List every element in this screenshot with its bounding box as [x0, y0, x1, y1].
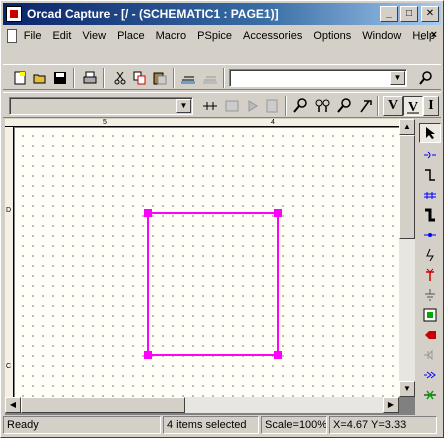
ground-icon[interactable] — [419, 285, 441, 305]
close-button[interactable]: ✕ — [421, 6, 439, 22]
scroll-left-icon[interactable]: ◀ — [5, 397, 21, 413]
vertical-scrollbar[interactable]: ▲ ▼ — [399, 119, 415, 397]
ruler-label-c: C — [6, 363, 12, 370]
chevron-down-icon[interactable]: ▼ — [390, 71, 405, 85]
status-scale: Scale=100% — [261, 416, 327, 434]
scroll-right-icon[interactable]: ▶ — [383, 397, 399, 413]
power-icon[interactable] — [419, 265, 441, 285]
doc-close-button[interactable]: × — [431, 29, 437, 41]
selected-rectangle-drawing[interactable] — [15, 128, 399, 397]
part-combo[interactable]: ▼ — [229, 69, 407, 87]
menu-place[interactable]: Place — [112, 30, 151, 42]
paste-icon[interactable] — [151, 69, 169, 87]
current-marker-icon[interactable] — [335, 97, 353, 115]
ruler-label-5: 5 — [103, 119, 107, 126]
selection-handle — [144, 351, 152, 359]
simulation-profile-icon[interactable] — [201, 97, 219, 115]
title-bar[interactable]: Orcad Capture - [/ - (SCHEMATIC1 : PAGE1… — [3, 3, 441, 25]
menu-file[interactable]: File — [19, 30, 48, 42]
new-file-icon[interactable] — [11, 69, 29, 87]
status-bar: Ready 4 items selected Scale=100% X=4.67… — [3, 416, 441, 436]
minimize-button[interactable]: _ — [380, 6, 398, 22]
show-voltages-button[interactable]: V — [383, 96, 403, 116]
window-title: Orcad Capture - [/ - (SCHEMATIC1 : PAGE1… — [27, 7, 279, 21]
run-icon[interactable] — [243, 97, 261, 115]
horizontal-scroll-thumb[interactable] — [21, 397, 185, 413]
menu-pspice[interactable]: PSpice — [192, 30, 238, 42]
select-tool-icon[interactable] — [419, 123, 441, 143]
show-currents-button[interactable]: I — [423, 96, 439, 116]
net-combo[interactable]: ▼ — [9, 97, 193, 115]
selection-handle — [144, 209, 152, 217]
menu-view[interactable]: View — [77, 30, 112, 42]
net-alias-icon[interactable] — [419, 245, 441, 265]
menu-options[interactable]: Options — [308, 30, 357, 42]
voltage-marker-icon[interactable] — [291, 97, 309, 115]
undo-icon[interactable] — [179, 69, 197, 87]
wire-icon[interactable] — [419, 165, 441, 185]
save-icon[interactable] — [51, 69, 69, 87]
menu-edit[interactable]: Edit — [47, 30, 77, 42]
left-ruler: D C — [5, 127, 14, 397]
place-part-icon[interactable] — [419, 145, 441, 165]
doc-minimize-button[interactable]: _ — [418, 29, 424, 41]
horizontal-scrollbar[interactable]: ◀ ▶ — [5, 397, 399, 413]
orcad-app-icon[interactable] — [6, 6, 22, 22]
ruler-label-d: D — [6, 207, 12, 214]
open-file-icon[interactable] — [31, 69, 49, 87]
copy-icon[interactable] — [131, 69, 149, 87]
status-selected-count: 4 items selected — [163, 416, 259, 434]
selection-handle — [274, 209, 282, 217]
menu-accessories[interactable]: Accessories — [238, 30, 308, 42]
view-results-icon[interactable] — [263, 97, 281, 115]
selection-handle — [274, 351, 282, 359]
power-marker-icon[interactable] — [357, 97, 375, 115]
status-coordinates: X=4.67 Y=3.33 — [329, 416, 437, 434]
junction-icon[interactable] — [419, 225, 441, 245]
status-ready: Ready — [3, 416, 161, 434]
hierarchical-port-icon[interactable] — [419, 325, 441, 345]
maximize-button[interactable]: □ — [400, 6, 418, 22]
show-voltages-toggle[interactable]: V — [403, 96, 423, 116]
cut-icon[interactable] — [111, 69, 129, 87]
voltage-differential-marker-icon[interactable] — [313, 97, 331, 115]
ruler-label-4: 4 — [271, 119, 275, 126]
bus-icon[interactable] — [419, 185, 441, 205]
svg-text:V: V — [408, 100, 418, 114]
edit-profile-icon[interactable] — [223, 97, 241, 115]
bus-entry-icon[interactable] — [419, 205, 441, 225]
app-window: Orcad Capture - [/ - (SCHEMATIC1 : PAGE1… — [0, 0, 444, 438]
hierarchical-block-icon[interactable] — [419, 305, 441, 325]
hierarchical-pin-icon[interactable] — [419, 345, 441, 365]
top-ruler: 5 4 — [5, 119, 399, 127]
standard-toolbar: ▼ — [3, 64, 441, 90]
find-icon[interactable] — [417, 69, 435, 87]
off-page-connector-icon[interactable] — [419, 365, 441, 385]
draw-palette — [417, 119, 443, 415]
menu-macro[interactable]: Macro — [151, 30, 193, 42]
redo-icon[interactable] — [201, 69, 219, 87]
pspice-toolbar: ▼ V V I — [3, 92, 441, 118]
document-icon[interactable] — [7, 29, 17, 43]
menu-bar: File Edit View Place Macro PSpice Access… — [3, 26, 441, 46]
no-connect-icon[interactable] — [419, 385, 441, 405]
chevron-down-icon[interactable]: ▼ — [176, 99, 191, 113]
scroll-up-icon[interactable]: ▲ — [399, 119, 415, 135]
menu-window[interactable]: Window — [357, 30, 407, 42]
scroll-down-icon[interactable]: ▼ — [399, 381, 415, 397]
schematic-canvas[interactable] — [15, 128, 399, 397]
print-icon[interactable] — [81, 69, 99, 87]
vertical-scroll-thumb[interactable] — [399, 135, 415, 239]
